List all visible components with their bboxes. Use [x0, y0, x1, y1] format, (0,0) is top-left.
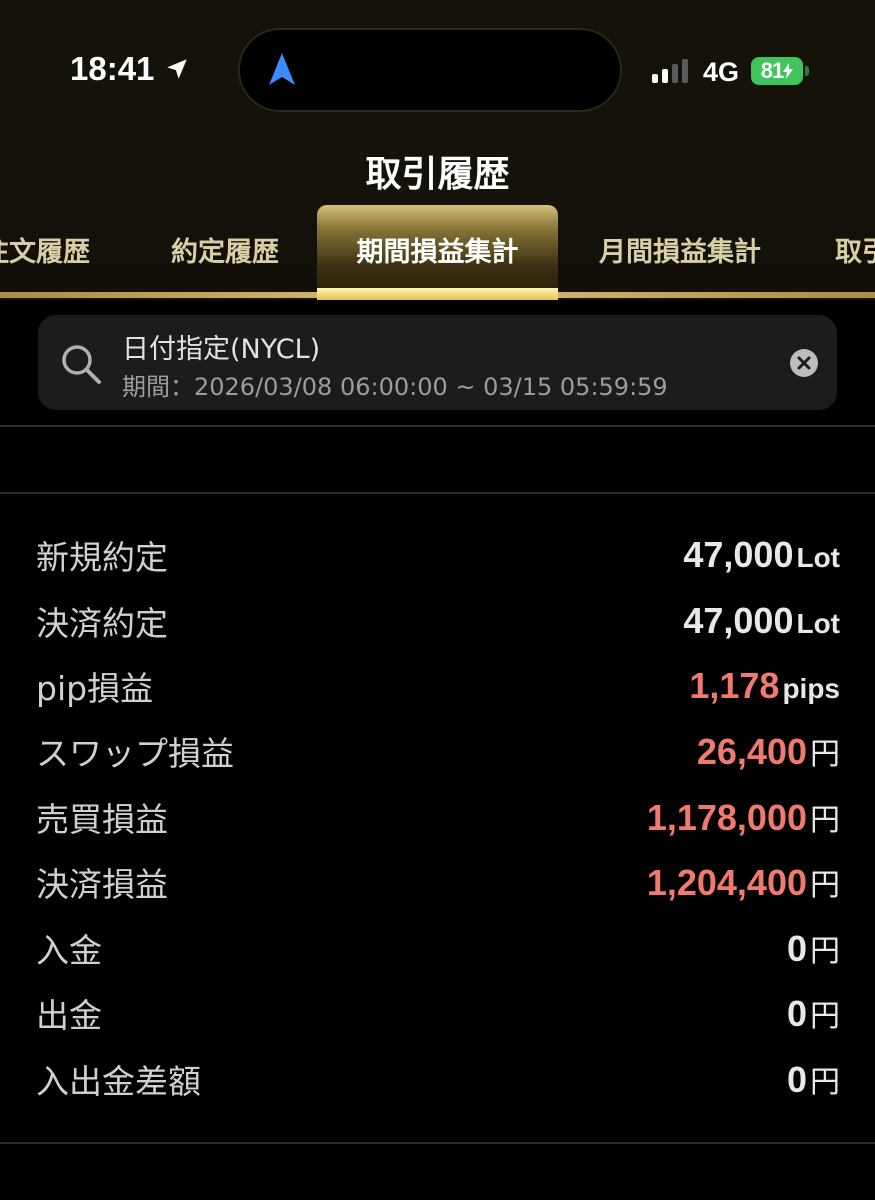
row-value: 26,400 [696, 731, 807, 772]
tab-period-pnl[interactable]: 期間損益集計 [317, 205, 558, 293]
status-time: 18:41 [70, 50, 190, 88]
battery-icon: 81 [751, 57, 803, 85]
battery-tip [805, 66, 809, 76]
row-label: pip損益 [36, 669, 154, 708]
page-title: 取引履歴 [365, 154, 510, 195]
divider [0, 1142, 875, 1144]
location-arrow-icon [167, 59, 188, 79]
divider [0, 425, 875, 427]
summary-row-withdrawal: 出金 0円 [36, 982, 840, 1044]
row-value: 0 [786, 993, 807, 1034]
row-label: 新規約定 [36, 538, 168, 577]
summary-row-swap-pnl: スワップ損益 26,400 円 [36, 720, 840, 782]
row-unit: 円 [810, 999, 840, 1034]
signal-strength-icon [652, 59, 688, 83]
row-value: 1,178 [689, 665, 780, 706]
tab-bar: 注文履歴 約定履歴 期間損益集計 月間損益集計 取引 [0, 205, 875, 300]
network-type: 4G [703, 57, 740, 87]
summary-row-net-deposit: 入出金差額 0円 [36, 1048, 840, 1110]
navigation-arrow-icon [269, 53, 295, 85]
tab-order-history[interactable]: 注文履歴 [0, 205, 112, 293]
dynamic-island [238, 28, 622, 112]
tab-transaction[interactable]: 取引 [835, 205, 875, 293]
date-filter-period: 期間：2026/03/08 06:00:00 ~ 03/15 05:59:59 [122, 373, 668, 401]
summary-row-settlement-pnl: 決済損益 1,204,400 円 [36, 851, 840, 913]
row-label: 決済損益 [36, 865, 168, 904]
row-label: 入金 [36, 931, 102, 970]
row-value: 1,178,000 [646, 797, 807, 838]
row-unit: 円 [810, 868, 840, 903]
battery-level: 81 [760, 58, 785, 83]
row-label: スワップ損益 [36, 734, 234, 773]
row-unit: 円 [810, 803, 840, 838]
summary-row-trading-pnl: 売買損益 1,178,000 円 [36, 786, 840, 848]
date-filter-card[interactable]: 日付指定(NYCL) 期間：2026/03/08 06:00:00 ~ 03/1… [38, 315, 837, 410]
row-value: 47,000 [683, 600, 794, 641]
tab-monthly-pnl[interactable]: 月間損益集計 [590, 205, 770, 293]
summary-row-settlement-execution: 決済約定 47,000 Lot [36, 590, 840, 652]
summary-row-deposit: 入金 0円 [36, 917, 840, 979]
row-label: 決済約定 [36, 604, 168, 643]
row-unit: Lot [796, 608, 840, 639]
row-unit: Lot [796, 542, 840, 573]
row-unit: 円 [810, 934, 840, 969]
row-value: 0 [786, 928, 807, 969]
divider [0, 492, 875, 494]
clear-icon[interactable] [789, 348, 819, 378]
row-value: 0 [786, 1059, 807, 1100]
row-label: 出金 [36, 996, 102, 1035]
date-filter-title: 日付指定(NYCL) [122, 334, 321, 365]
row-unit: 円 [810, 737, 840, 772]
tab-execution-history[interactable]: 約定履歴 [160, 205, 290, 293]
row-label: 売買損益 [36, 800, 168, 839]
search-icon [62, 345, 101, 384]
row-value: 47,000 [683, 534, 794, 575]
summary-row-new-execution: 新規約定 47,000 Lot [36, 524, 840, 586]
row-unit: 円 [810, 1065, 840, 1100]
status-time-text: 18:41 [70, 50, 155, 87]
row-unit: pips [782, 673, 840, 704]
row-label: 入出金差額 [36, 1062, 201, 1101]
charging-bolt-icon [783, 63, 794, 79]
summary-row-pip-pnl: pip損益 1,178 pips [36, 655, 840, 717]
active-tab-indicator [317, 288, 558, 300]
row-value: 1,204,400 [646, 862, 807, 903]
